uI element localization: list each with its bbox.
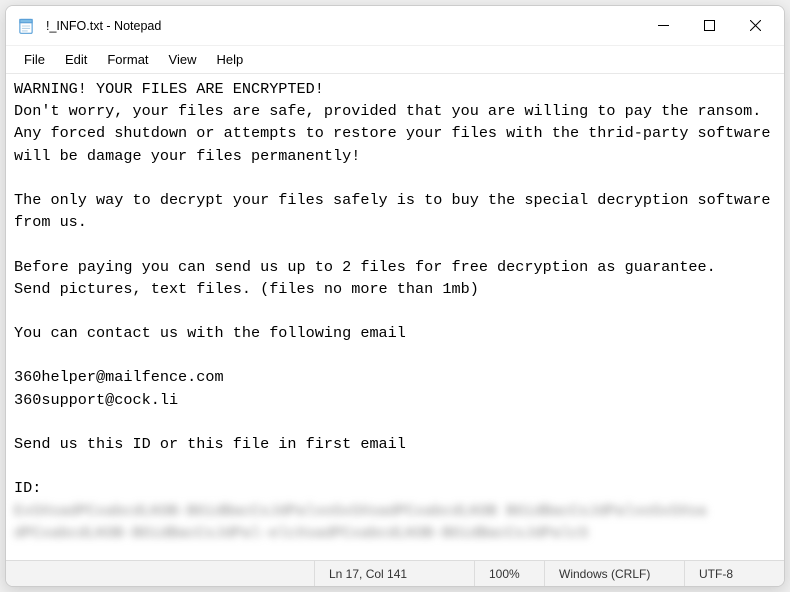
titlebar: !_INFO.txt - Notepad (6, 6, 784, 46)
status-eol: Windows (CRLF) (544, 561, 684, 586)
menu-file[interactable]: File (14, 48, 55, 71)
menu-view[interactable]: View (159, 48, 207, 71)
menu-edit[interactable]: Edit (55, 48, 97, 71)
status-zoom: 100% (474, 561, 544, 586)
window-controls (640, 6, 778, 45)
redacted-id: ExSXsadPCxabcdLKOB-BOidBacCsJdPalxoSxSXs… (14, 502, 707, 542)
window-title: !_INFO.txt - Notepad (46, 19, 161, 33)
maximize-button[interactable] (686, 6, 732, 46)
document-content: WARNING! YOUR FILES ARE ENCRYPTED! Don't… (14, 80, 780, 497)
menubar: File Edit Format View Help (6, 46, 784, 74)
notepad-window: !_INFO.txt - Notepad File Edit Format Vi… (5, 5, 785, 587)
statusbar: Ln 17, Col 141 100% Windows (CRLF) UTF-8 (6, 560, 784, 586)
menu-format[interactable]: Format (97, 48, 158, 71)
close-button[interactable] (732, 6, 778, 46)
minimize-button[interactable] (640, 6, 686, 46)
text-area[interactable]: WARNING! YOUR FILES ARE ENCRYPTED! Don't… (6, 74, 784, 560)
status-encoding: UTF-8 (684, 561, 784, 586)
menu-help[interactable]: Help (206, 48, 253, 71)
notepad-icon (18, 17, 36, 35)
status-position: Ln 17, Col 141 (314, 561, 474, 586)
